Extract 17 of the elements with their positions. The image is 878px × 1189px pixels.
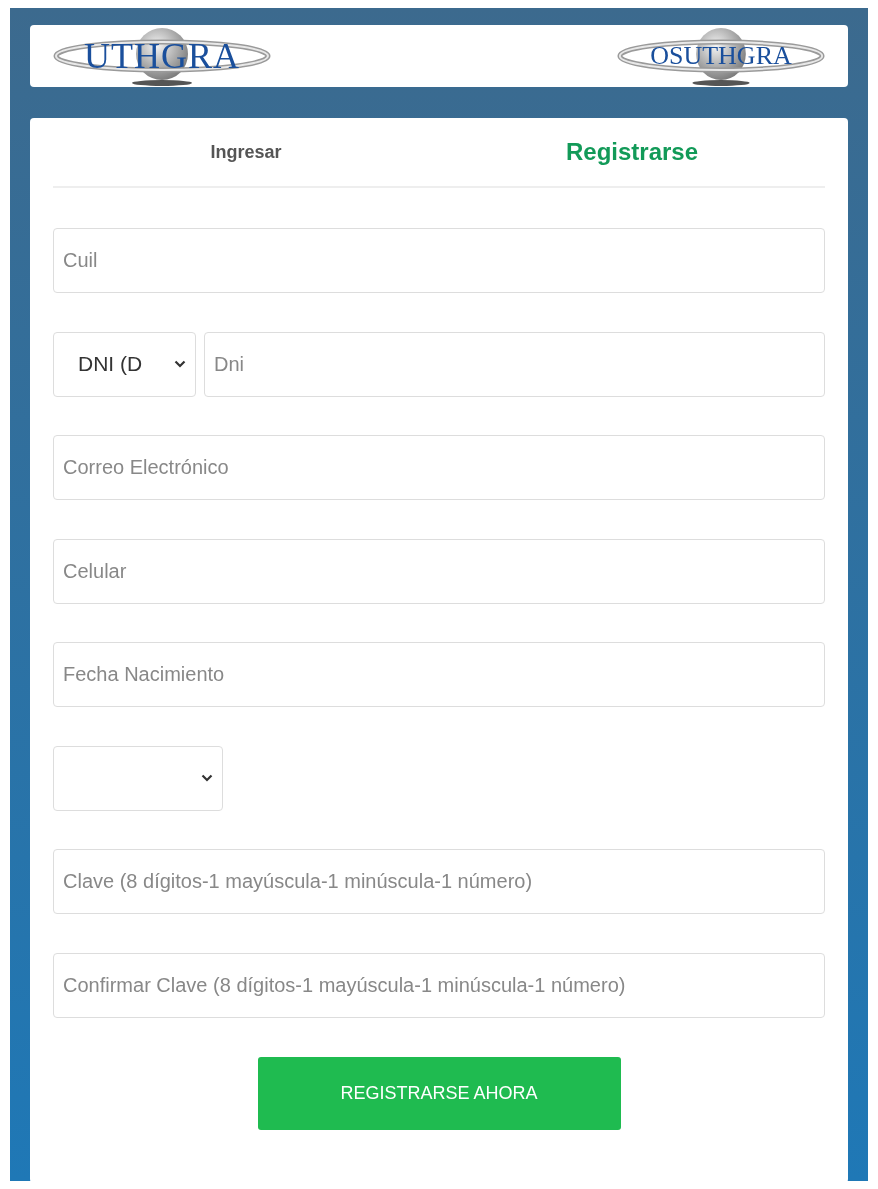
text-field[interactable]: Clave (8 dígitos-1 mayúscula-1 minúscula-1 número) xyxy=(53,849,825,914)
select-field[interactable] xyxy=(53,745,223,811)
globe-ring-icon xyxy=(52,26,272,86)
globe-ring-icon xyxy=(616,26,826,86)
text-field[interactable]: Cuil xyxy=(53,228,825,293)
tab[interactable]: Ingresar xyxy=(53,118,439,186)
text-field[interactable]: Dni xyxy=(204,331,825,397)
tab[interactable]: Registrarse xyxy=(439,118,825,186)
text-field[interactable]: Celular xyxy=(53,538,825,604)
document-type-select[interactable]: DNI (D xyxy=(53,331,196,397)
text-field[interactable]: Confirmar Clave (8 dígitos-1 mayúscula-1 minúscula-1 número) xyxy=(53,952,825,1018)
chevron-down-icon xyxy=(174,360,186,368)
text-field[interactable]: Fecha Nacimiento xyxy=(53,642,825,707)
logo-text: OSUTHGRA xyxy=(650,43,792,69)
chevron-down-icon xyxy=(201,774,213,782)
text-field[interactable]: Correo Electrónico xyxy=(53,435,825,500)
logo-text: UTHGRA xyxy=(84,38,240,74)
